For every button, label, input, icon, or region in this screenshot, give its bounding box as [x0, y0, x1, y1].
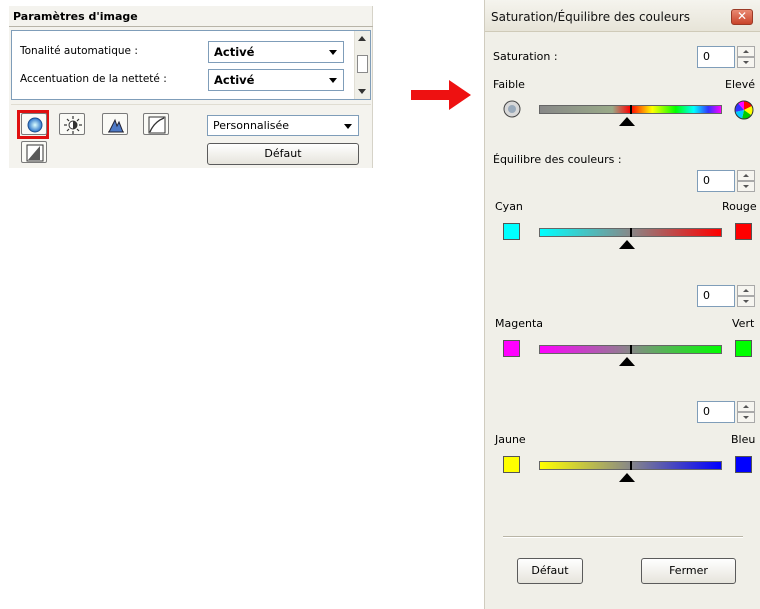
yellow-blue-value[interactable]: 0: [697, 401, 735, 423]
cyan-red-slider-thumb[interactable]: [619, 240, 635, 249]
cyan-red-stepper[interactable]: 0: [697, 170, 757, 192]
scroll-down-icon[interactable]: [358, 89, 366, 94]
saturation-track[interactable]: [539, 105, 722, 114]
auto-tone-label: Tonalité automatique :: [20, 45, 138, 57]
yellow-blue-slider-thumb[interactable]: [619, 473, 635, 482]
cyan-label: Cyan: [495, 200, 523, 213]
histogram-button[interactable]: [102, 113, 128, 135]
magenta-green-value[interactable]: 0: [697, 285, 735, 307]
auto-tone-select[interactable]: Activé: [208, 41, 344, 63]
sharpening-label: Accentuation de la netteté :: [20, 73, 167, 85]
yellow-blue-stepper[interactable]: 0: [697, 401, 757, 423]
sharpening-value: Activé: [214, 73, 255, 87]
sharpening-row: Accentuation de la netteté : Activé: [12, 69, 352, 91]
scroll-thumb[interactable]: [357, 55, 368, 73]
magenta-green-track[interactable]: [539, 345, 722, 354]
red-label: Rouge: [722, 200, 757, 213]
green-label: Vert: [732, 317, 755, 330]
chevron-down-icon: [329, 50, 337, 55]
auto-tone-row: Tonalité automatique : Activé: [12, 41, 352, 63]
preset-value: Personnalisée: [213, 119, 290, 132]
center-mark: [630, 461, 632, 470]
brightness-contrast-icon: [64, 116, 82, 134]
magenta-green-slider-thumb[interactable]: [619, 357, 635, 366]
brightness-contrast-button[interactable]: [59, 113, 85, 135]
cyan-red-track[interactable]: [539, 228, 722, 237]
adjustment-tools: Personnalisée Défaut: [11, 104, 371, 166]
yellow-label: Jaune: [495, 433, 526, 446]
saturation-color-balance-icon: [27, 117, 43, 133]
saturation-stepper[interactable]: 0: [697, 46, 757, 68]
default-button[interactable]: Défaut: [207, 143, 359, 165]
yellow-blue-track[interactable]: [539, 461, 722, 470]
grayscale-icon: [503, 100, 521, 118]
green-swatch: [735, 340, 752, 357]
final-review-icon: [26, 144, 44, 162]
decrement-button[interactable]: [737, 57, 755, 68]
magenta-green-stepper[interactable]: 0: [697, 285, 757, 307]
preset-select[interactable]: Personnalisée: [207, 115, 359, 136]
magenta-label: Magenta: [495, 317, 544, 330]
dialog-default-button[interactable]: Défaut: [517, 558, 583, 584]
saturation-value[interactable]: 0: [697, 46, 735, 68]
arrow-right-icon: [411, 80, 471, 110]
color-wheel-icon: [734, 100, 754, 120]
auto-tone-value: Activé: [214, 45, 255, 59]
saturation-slider-thumb[interactable]: [619, 117, 635, 126]
chevron-down-icon: [329, 78, 337, 83]
center-mark: [630, 105, 632, 114]
saturation-color-balance-button[interactable]: [21, 113, 47, 135]
close-icon[interactable]: ✕: [731, 9, 753, 25]
cyan-swatch: [503, 223, 520, 240]
dialog-title: Saturation/Équilibre des couleurs: [491, 10, 691, 24]
saturation-high-label: Elevé: [725, 78, 756, 91]
saturation-low-label: Faible: [493, 78, 525, 91]
scroll-up-icon[interactable]: [358, 36, 366, 41]
tone-curve-button[interactable]: [143, 113, 169, 135]
tone-curve-icon: [148, 116, 166, 134]
blue-label: Bleu: [731, 433, 756, 446]
center-mark: [630, 228, 632, 237]
histogram-icon: [108, 118, 124, 133]
red-swatch: [735, 223, 752, 240]
cyan-red-value[interactable]: 0: [697, 170, 735, 192]
image-settings-panel: Paramètres d'image Tonalité automatique …: [9, 6, 373, 168]
divider: [503, 536, 743, 537]
color-balance-label: Équilibre des couleurs :: [493, 153, 622, 166]
decrement-button[interactable]: [737, 412, 755, 423]
dialog-close-button[interactable]: Fermer: [641, 558, 736, 584]
settings-list: Tonalité automatique : Activé Accentuati…: [11, 30, 371, 100]
yellow-swatch: [503, 456, 520, 473]
chevron-down-icon: [344, 124, 352, 129]
decrement-button[interactable]: [737, 181, 755, 192]
panel-title: Paramètres d'image: [13, 10, 138, 23]
increment-button[interactable]: [737, 46, 755, 57]
saturation-label: Saturation :: [493, 50, 558, 63]
dialog-titlebar: Saturation/Équilibre des couleurs ✕: [485, 0, 760, 32]
increment-button[interactable]: [737, 285, 755, 296]
decrement-button[interactable]: [737, 296, 755, 307]
blue-swatch: [735, 456, 752, 473]
increment-button[interactable]: [737, 401, 755, 412]
sharpening-select[interactable]: Activé: [208, 69, 344, 91]
final-review-button[interactable]: [21, 141, 47, 163]
list-scrollbar[interactable]: [354, 31, 370, 99]
center-mark: [630, 345, 632, 354]
saturation-color-balance-dialog: Saturation/Équilibre des couleurs ✕ Satu…: [484, 0, 760, 609]
magenta-swatch: [503, 340, 520, 357]
divider: [9, 26, 373, 27]
increment-button[interactable]: [737, 170, 755, 181]
